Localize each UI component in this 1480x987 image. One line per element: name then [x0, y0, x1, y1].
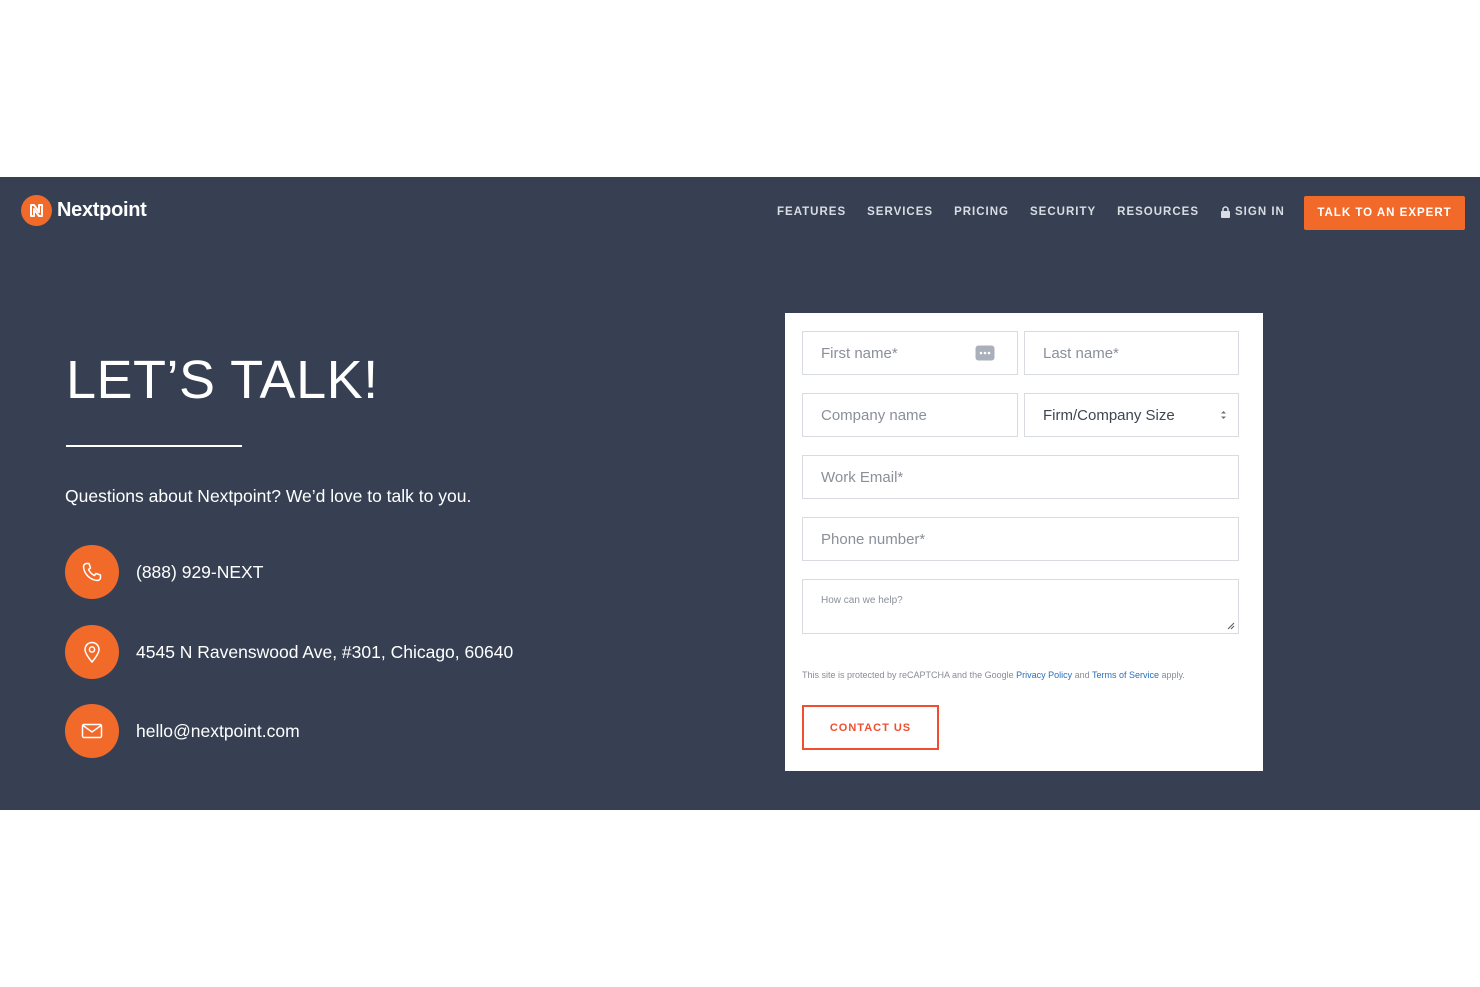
main-nav: FEATURES SERVICES PRICING SECURITY RESOU… — [777, 206, 1306, 218]
contact-us-button[interactable]: CONTACT US — [802, 705, 939, 750]
nav-item-services[interactable]: SERVICES — [867, 206, 933, 218]
contact-form: First name* Last name* Company name Firm… — [785, 313, 1263, 771]
recaptcha-and: and — [1072, 670, 1092, 680]
contact-section: Nextpoint FEATURES SERVICES PRICING SECU… — [0, 177, 1480, 810]
phone-number-placeholder: Phone number* — [821, 530, 926, 548]
message-textarea[interactable]: How can we help? — [802, 579, 1239, 634]
company-size-value: Firm/Company Size — [1043, 406, 1175, 424]
recaptcha-suffix: apply. — [1159, 670, 1185, 680]
contact-email: hello@nextpoint.com — [65, 704, 300, 758]
contact-address: 4545 N Ravenswood Ave, #301, Chicago, 60… — [65, 625, 513, 679]
page-title: LET’S TALK! — [66, 350, 379, 410]
mail-icon — [65, 704, 119, 758]
phone-number[interactable]: (888) 929-NEXT — [136, 562, 263, 583]
work-email-field[interactable]: Work Email* — [802, 455, 1239, 499]
nav-item-features[interactable]: FEATURES — [777, 206, 846, 218]
nav-item-pricing[interactable]: PRICING — [954, 206, 1009, 218]
sign-in-label: SIGN IN — [1235, 206, 1285, 218]
first-name-placeholder: First name* — [821, 344, 898, 362]
brand-name: Nextpoint — [57, 199, 147, 221]
contact-phone: (888) 929-NEXT — [65, 545, 263, 599]
company-name-placeholder: Company name — [821, 406, 927, 424]
last-name-placeholder: Last name* — [1043, 344, 1119, 362]
autofill-icon[interactable] — [975, 345, 995, 361]
select-arrows-icon — [1221, 411, 1226, 419]
phone-number-field[interactable]: Phone number* — [802, 517, 1239, 561]
map-pin-icon — [65, 625, 119, 679]
email-address[interactable]: hello@nextpoint.com — [136, 721, 300, 742]
nextpoint-logo[interactable]: Nextpoint — [21, 195, 147, 226]
street-address: 4545 N Ravenswood Ave, #301, Chicago, 60… — [136, 641, 514, 662]
phone-icon — [65, 545, 119, 599]
page-subtitle: Questions about Nextpoint? We’d love to … — [65, 486, 472, 506]
work-email-placeholder: Work Email* — [821, 468, 904, 486]
last-name-field[interactable]: Last name* — [1024, 331, 1239, 375]
nextpoint-logo-icon — [21, 195, 52, 226]
talk-to-expert-button[interactable]: TALK TO AN EXPERT — [1304, 196, 1465, 230]
terms-of-service-link[interactable]: Terms of Service — [1092, 670, 1159, 680]
sign-in-link[interactable]: SIGN IN — [1220, 206, 1285, 218]
recaptcha-notice: This site is protected by reCAPTCHA and … — [802, 670, 1185, 680]
nav-item-security[interactable]: SECURITY — [1030, 206, 1096, 218]
company-name-field[interactable]: Company name — [802, 393, 1018, 437]
title-divider — [66, 445, 242, 447]
company-size-select[interactable]: Firm/Company Size — [1024, 393, 1239, 437]
first-name-field[interactable]: First name* — [802, 331, 1018, 375]
resize-grip-icon[interactable] — [1226, 621, 1235, 630]
lock-icon — [1221, 206, 1231, 218]
message-placeholder: How can we help? — [821, 595, 903, 606]
recaptcha-prefix: This site is protected by reCAPTCHA and … — [802, 670, 1017, 680]
privacy-policy-link[interactable]: Privacy Policy — [1016, 670, 1072, 680]
nav-item-resources[interactable]: RESOURCES — [1117, 206, 1199, 218]
